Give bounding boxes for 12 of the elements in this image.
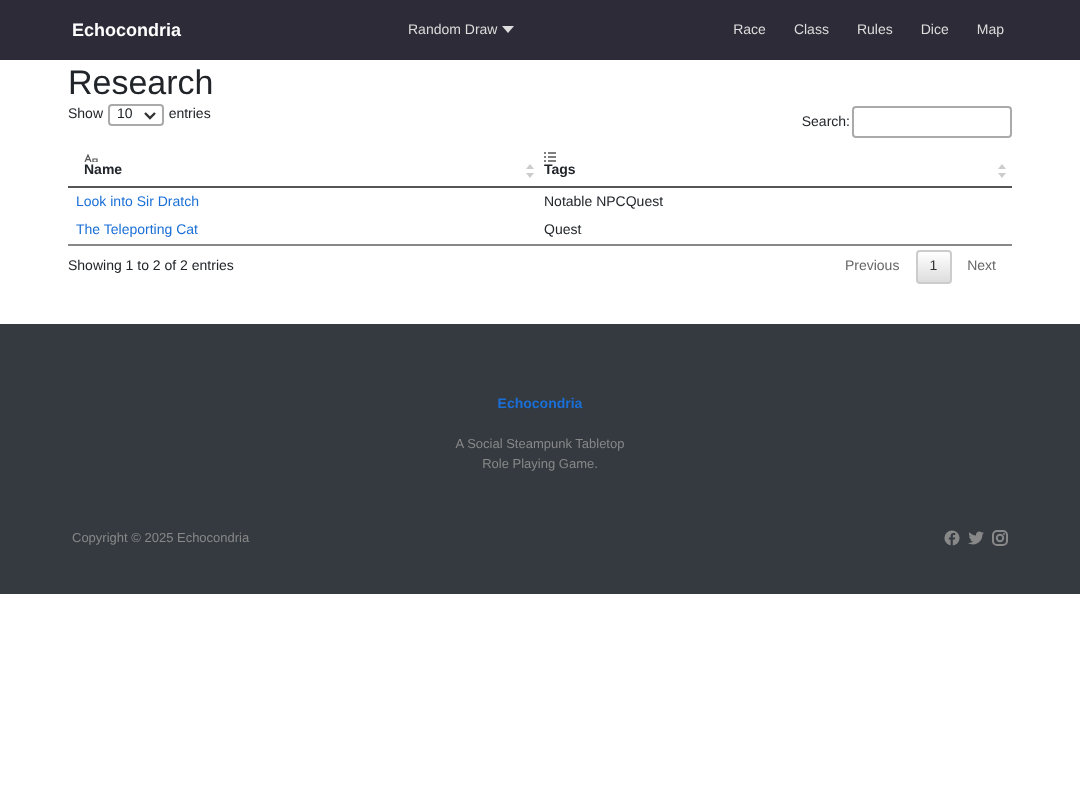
facebook-icon[interactable] (944, 530, 960, 546)
search-field[interactable] (852, 106, 1012, 138)
brand-link[interactable]: Echocondria (72, 20, 408, 40)
list-icon (544, 152, 556, 162)
text-type-icon (84, 153, 98, 161)
sort-icon (526, 163, 534, 177)
chevron-icon (144, 111, 157, 119)
page-title: Research (68, 64, 216, 104)
camera-icon[interactable] (992, 530, 1008, 546)
bird-icon[interactable] (968, 530, 984, 546)
caret-icon (501, 26, 514, 34)
sort-icon (998, 164, 1006, 178)
